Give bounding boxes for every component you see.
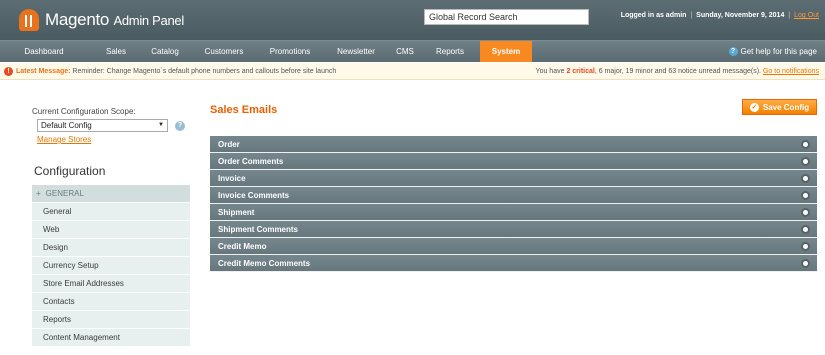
scope-select-value: Default Config <box>41 121 92 130</box>
notifications-link[interactable]: Go to notifications <box>763 68 819 75</box>
expand-toggle-icon[interactable] <box>801 208 810 217</box>
nav-promotions[interactable]: Promotions <box>264 41 316 62</box>
sidebar-item-design[interactable]: Design <box>32 239 190 257</box>
chevron-down-icon: ▼ <box>158 122 164 128</box>
configuration-title: Configuration <box>32 157 190 185</box>
save-icon: ✓ <box>749 102 759 112</box>
section-label: Credit Memo <box>218 242 267 251</box>
section-label: Invoice Comments <box>218 191 290 200</box>
section-label: Order <box>218 140 240 149</box>
sidebar-group-general[interactable]: + GENERAL <box>32 185 190 203</box>
unread-summary: , 6 major, 19 minor and 63 notice unread… <box>594 68 762 75</box>
sidebar-item-contacts[interactable]: Contacts <box>32 293 190 311</box>
page-title: Sales Emails <box>210 104 278 116</box>
nav-sales[interactable]: Sales <box>100 41 132 62</box>
help-link-text: Get help for this page <box>740 47 818 56</box>
logo-main-text: Magento <box>45 10 110 29</box>
unread-prefix: You have <box>535 68 565 75</box>
scope-label: Current Configuration Scope: <box>32 107 136 116</box>
nav-reports[interactable]: Reports <box>429 41 471 62</box>
main-nav: Dashboard Sales Catalog Customers Promot… <box>0 40 825 62</box>
expand-toggle-icon[interactable] <box>801 225 810 234</box>
section-invoice-comments[interactable]: Invoice Comments <box>210 187 817 204</box>
section-order[interactable]: Order <box>210 136 817 153</box>
sidebar-group-label: GENERAL <box>45 189 84 198</box>
section-label: Shipment Comments <box>218 225 299 234</box>
expand-toggle-icon[interactable] <box>801 174 810 183</box>
scope-select[interactable]: Default Config ▼ <box>37 119 168 132</box>
sidebar-item-web[interactable]: Web <box>32 221 190 239</box>
logo-sub-text: Admin Panel <box>113 13 185 28</box>
nav-dashboard[interactable]: Dashboard <box>12 41 76 62</box>
latest-message-text: Reminder: Change Magento`s default phone… <box>72 68 337 75</box>
expand-toggle-icon[interactable] <box>801 157 810 166</box>
save-config-button[interactable]: ✓ Save Config <box>742 99 817 115</box>
section-shipment-comments[interactable]: Shipment Comments <box>210 221 817 238</box>
expand-toggle-icon[interactable] <box>801 140 810 149</box>
nav-customers[interactable]: Customers <box>200 41 248 62</box>
sidebar-item-store-email-addresses[interactable]: Store Email Addresses <box>32 275 190 293</box>
expand-toggle-icon[interactable] <box>801 242 810 251</box>
nav-newsletter[interactable]: Newsletter <box>331 41 381 62</box>
header-user-info: Logged in as admin | Sunday, November 9,… <box>620 12 819 19</box>
section-label: Shipment <box>218 208 255 217</box>
help-icon[interactable]: ? <box>175 121 185 131</box>
logout-link[interactable]: Log Out <box>794 12 819 19</box>
help-icon: ? <box>728 47 738 56</box>
save-config-label: Save Config <box>762 102 810 112</box>
section-shipment[interactable]: Shipment <box>210 204 817 221</box>
magento-logo[interactable]: Magento Admin Panel <box>19 9 184 31</box>
expand-toggle-icon[interactable] <box>801 259 810 268</box>
nav-cms[interactable]: CMS <box>393 41 417 62</box>
magento-logo-icon <box>19 9 39 31</box>
sidebar-item-general[interactable]: General <box>32 203 190 221</box>
scope-switcher: Current Configuration Scope: Default Con… <box>32 107 190 152</box>
section-invoice[interactable]: Invoice <box>210 170 817 187</box>
section-credit-memo[interactable]: Credit Memo <box>210 238 817 255</box>
manage-stores-link[interactable]: Manage Stores <box>37 135 91 144</box>
critical-count: 2 critical <box>566 68 595 75</box>
nav-catalog[interactable]: Catalog <box>146 41 184 62</box>
sidebar-item-reports[interactable]: Reports <box>32 311 190 329</box>
latest-message-label: Latest Message: <box>16 68 71 75</box>
section-order-comments[interactable]: Order Comments <box>210 153 817 170</box>
global-search-input[interactable] <box>424 9 589 25</box>
section-credit-memo-comments[interactable]: Credit Memo Comments <box>210 255 817 272</box>
section-label: Order Comments <box>218 157 284 166</box>
alert-icon: ! <box>4 67 13 76</box>
config-sidebar: + GENERAL General Web Design Currency Set… <box>32 185 190 347</box>
section-label: Invoice <box>218 174 246 183</box>
expand-toggle-icon[interactable] <box>801 191 810 200</box>
nav-system[interactable]: System <box>480 41 532 62</box>
sidebar-item-currency-setup[interactable]: Currency Setup <box>32 257 190 275</box>
collapse-icon: + <box>36 189 41 198</box>
section-label: Credit Memo Comments <box>218 259 311 268</box>
admin-header: Magento Admin Panel Logged in as admin |… <box>0 0 825 40</box>
logged-in-text: Logged in as admin <box>620 12 687 19</box>
notification-bar: ! Latest Message: Reminder: Change Magen… <box>0 63 825 80</box>
date-text: Sunday, November 9, 2014 <box>696 12 785 19</box>
sidebar-item-content-management[interactable]: Content Management <box>32 329 190 347</box>
email-sections: Order Order Comments Invoice Invoice Com… <box>210 136 817 272</box>
help-link[interactable]: ? Get help for this page <box>728 41 818 62</box>
